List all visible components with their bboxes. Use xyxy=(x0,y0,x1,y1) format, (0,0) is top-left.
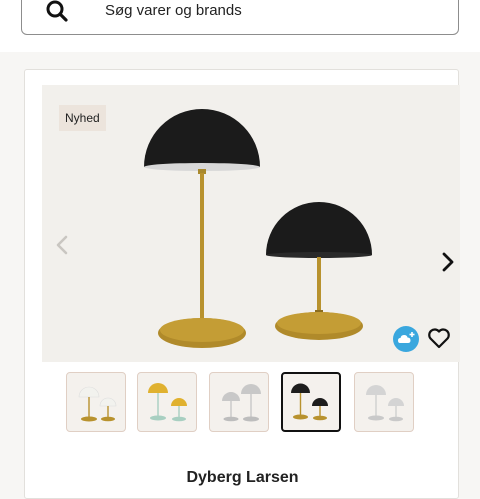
chevron-right-icon[interactable] xyxy=(440,250,456,274)
new-badge: Nyhed xyxy=(59,105,106,131)
search-icon xyxy=(46,0,68,22)
thumbnail-silver-light[interactable] xyxy=(354,372,414,432)
brand-name[interactable]: Dyberg Larsen xyxy=(25,469,460,487)
thumbnail-black[interactable] xyxy=(281,372,341,432)
chevron-left-icon[interactable] xyxy=(54,233,70,257)
thumbnail-yellow[interactable] xyxy=(137,372,197,432)
product-image[interactable]: Nyhed xyxy=(42,85,460,362)
heart-icon[interactable] xyxy=(427,327,451,349)
thumbnail-white[interactable] xyxy=(66,372,126,432)
search-header: Søg varer og brands xyxy=(0,0,480,52)
thumbnail-strip xyxy=(66,372,426,432)
search-bar[interactable]: Søg varer og brands xyxy=(21,0,459,35)
product-card[interactable]: Nyhed Dyberg Larsen xyxy=(24,69,460,499)
thumbnail-silver[interactable] xyxy=(209,372,269,432)
cloud-plus-icon[interactable] xyxy=(392,325,420,353)
search-input[interactable]: Søg varer og brands xyxy=(105,2,242,19)
